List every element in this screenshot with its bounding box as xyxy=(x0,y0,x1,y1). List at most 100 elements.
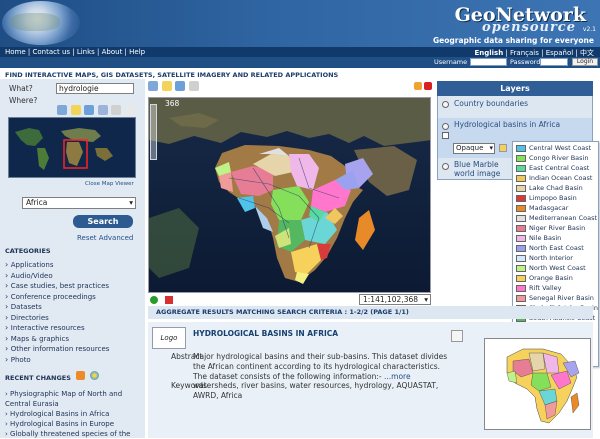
zoom-in-icon[interactable] xyxy=(57,105,67,115)
category-item[interactable]: Photo xyxy=(5,355,109,366)
add-map-icon[interactable] xyxy=(150,296,158,304)
recent-changes-title: RECENT CHANGES xyxy=(5,374,71,382)
legend-item: Niger River Basin xyxy=(516,224,585,232)
legend-item: Nile Basin xyxy=(516,234,561,242)
advanced-link[interactable]: Advanced xyxy=(99,234,134,242)
map-scale-select[interactable]: 1:141,102,368 ▾ xyxy=(359,294,431,305)
recent-change-item[interactable]: Hydrological Basins in Africa xyxy=(5,409,137,419)
category-item[interactable]: Datasets xyxy=(5,302,109,313)
recent-change-item[interactable]: Physiographic Map of North and Central E… xyxy=(5,389,137,409)
region-select[interactable]: Africa ▾ xyxy=(22,197,136,209)
category-item[interactable]: Applications xyxy=(5,260,109,271)
legend-swatch xyxy=(516,184,526,192)
legend-item: Congo River Basin xyxy=(516,154,588,162)
pan-hand-icon[interactable] xyxy=(188,81,199,91)
result-title[interactable]: HYDROLOGICAL BASINS IN AFRICA xyxy=(193,329,338,338)
legend-swatch xyxy=(516,164,526,172)
legend-item: North Interior xyxy=(516,254,573,262)
layer-opacity-select[interactable]: Opaque ▾ xyxy=(453,143,495,154)
layer-visibility-icon[interactable] xyxy=(442,123,449,130)
category-item[interactable]: Conference proceedings xyxy=(5,292,109,303)
map-zoom-slider[interactable] xyxy=(150,104,157,160)
legend-item: Central West Coast xyxy=(516,144,591,152)
reset-link[interactable]: Reset xyxy=(77,234,97,242)
layer-legend-icon[interactable] xyxy=(499,144,507,152)
top-nav-links[interactable]: Home | Contact us | Links | About | Help xyxy=(5,48,145,56)
google-earth-icon[interactable] xyxy=(90,371,99,380)
legend-item: Indian Ocean Coast xyxy=(516,174,592,182)
legend-label: Lake Chad Basin xyxy=(529,184,583,192)
legend-swatch xyxy=(516,154,526,162)
main-map-toolbar xyxy=(148,81,200,93)
legend-label: Congo River Basin xyxy=(529,154,589,162)
layer-label: Hydrological basins in Africa xyxy=(454,120,561,129)
category-item[interactable]: Interactive resources xyxy=(5,323,109,334)
zoom-in-icon[interactable] xyxy=(148,81,158,91)
version-text: v2.1 xyxy=(582,26,596,33)
legend-swatch xyxy=(516,294,526,302)
mini-world-map[interactable] xyxy=(8,117,136,178)
legend-item: Limpopo Basin xyxy=(516,194,577,202)
where-label: Where? xyxy=(9,96,38,105)
map-export-icon[interactable] xyxy=(414,82,422,90)
metadata-document-icon[interactable] xyxy=(451,330,463,342)
layer-country-boundaries[interactable]: Country boundaries xyxy=(438,99,592,117)
legend-swatch xyxy=(516,214,526,222)
language-chinese[interactable]: 中文 xyxy=(580,49,594,57)
zoom-out-icon[interactable] xyxy=(175,81,186,91)
reset-advanced-links: Reset Advanced xyxy=(77,234,133,242)
layer-visibility-icon[interactable] xyxy=(442,163,449,170)
login-bar: Username Password Login xyxy=(0,57,600,68)
category-item[interactable]: Audio/Video xyxy=(5,271,109,282)
tagline: Geographic data sharing for everyone xyxy=(433,36,594,45)
layer-menu-icon[interactable] xyxy=(442,132,449,139)
thumbnail-africa-map xyxy=(485,339,590,429)
legend-label: Mediterranean Coast xyxy=(529,214,598,222)
password-input[interactable] xyxy=(540,58,568,66)
username-label: Username xyxy=(434,58,468,66)
more-link[interactable]: ...more xyxy=(384,372,411,381)
region-select-value: Africa xyxy=(26,198,48,207)
language-french[interactable]: Français xyxy=(510,49,539,57)
legend-swatch xyxy=(516,194,526,202)
select-area-icon[interactable] xyxy=(70,105,81,115)
language-english[interactable]: English xyxy=(474,49,503,57)
login-button[interactable]: Login xyxy=(572,58,598,66)
category-item[interactable]: Maps & graphics xyxy=(5,334,109,345)
legend-label: East Central Coast xyxy=(529,164,590,172)
legend-item: Madasgacar xyxy=(516,204,568,212)
language-spanish[interactable]: Español xyxy=(546,49,573,57)
zoom-out-icon[interactable] xyxy=(84,105,95,115)
rss-icon[interactable] xyxy=(76,371,85,380)
legend-label: Limpopo Basin xyxy=(529,194,577,202)
main-map-viewer[interactable] xyxy=(148,97,431,293)
recent-change-item[interactable]: Hydrological Basins in Europe xyxy=(5,419,137,429)
result-thumbnail-map[interactable] xyxy=(484,338,591,430)
what-search-input[interactable]: hydrologie xyxy=(56,83,134,94)
category-item[interactable]: Case studies, best practices xyxy=(5,281,109,292)
legend-item: Senegal River Basin xyxy=(516,294,594,302)
username-input[interactable] xyxy=(470,58,507,66)
zoom-extent-icon[interactable] xyxy=(97,105,108,115)
search-button[interactable]: Search xyxy=(73,215,133,228)
africa-hydrological-map xyxy=(149,98,430,292)
legend-swatch xyxy=(516,204,526,212)
pdf-export-icon[interactable] xyxy=(164,296,173,304)
select-area-icon[interactable] xyxy=(161,81,172,91)
legend-label: Senegal River Basin xyxy=(529,294,594,302)
category-item[interactable]: Other information resources xyxy=(5,344,110,355)
legend-label: Madasgacar xyxy=(529,204,569,212)
layer-label: Blue Marble world image xyxy=(454,160,501,178)
globe-logo-icon xyxy=(2,1,80,45)
legend-item: Mediterranean Coast xyxy=(516,214,597,222)
close-map-viewer-link[interactable]: Close Map Viewer xyxy=(85,181,134,187)
draw-box-icon[interactable] xyxy=(111,105,122,115)
legend-label: Nile Basin xyxy=(529,234,562,242)
legend-item: North West Coast xyxy=(516,264,586,272)
legend-swatch xyxy=(516,284,526,292)
layer-visibility-icon[interactable] xyxy=(442,101,449,108)
map-close-icon[interactable] xyxy=(424,82,432,90)
pan-hand-icon[interactable] xyxy=(124,105,135,115)
category-item[interactable]: Directories xyxy=(5,313,109,324)
chevron-down-icon: ▾ xyxy=(129,198,133,207)
